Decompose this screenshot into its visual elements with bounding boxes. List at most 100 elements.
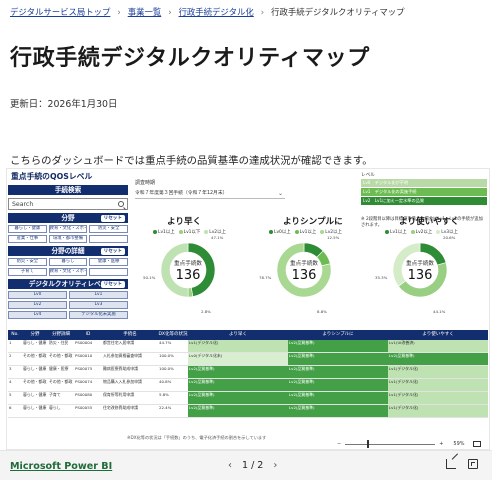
detail-chip[interactable]: 防災・安全	[8, 258, 47, 266]
table-row[interactable]: 6 暮らし・健康 暮らし PS00055 住宅改修費助成申請 22.4% Lv2(品質基準)…	[8, 405, 488, 418]
quality-chip[interactable]: デジタル化未実施	[69, 311, 128, 319]
detail-chip[interactable]: 子育て	[8, 268, 47, 276]
fit-to-page-icon[interactable]	[472, 441, 481, 447]
table-row[interactable]: 4 その他・都政 その他・都政 PS00074 物品購入入札参加申請 40.8% Lv2(品…	[8, 379, 488, 392]
table-header-cell[interactable]: より使いやすく	[388, 330, 488, 340]
table-cell: Lv1(デジタル化)	[388, 366, 488, 378]
detail-chip[interactable]: 教育・文化・スポーツ	[48, 268, 88, 276]
search-section-header: 手続検索	[8, 185, 128, 195]
donut-legend-item: Lv1以下	[178, 229, 200, 235]
quality-chip[interactable]: Lv3	[69, 301, 128, 309]
table-cell: 40.8%	[159, 379, 172, 384]
table-row[interactable]: 3 暮らし・健康 健康・医療 PS00075 難病医療費助成申請 100.0% Lv2(品質…	[8, 366, 488, 379]
table-cell: 3	[9, 366, 12, 371]
detail-chip[interactable]: 健康・医療	[89, 258, 128, 266]
table-header-cell[interactable]: 手続名	[102, 330, 158, 340]
quality-reset-button[interactable]: リセット	[100, 280, 125, 288]
table-row[interactable]: 5 暮らし・健康 子育て PS00080 保育所等利用申請 5.8% Lv2(品質基準) Lv…	[8, 392, 488, 405]
legend-dot-icon	[204, 229, 209, 234]
table-cell: Lv1(デジタル化)	[388, 379, 488, 391]
procedure-search-input[interactable]: Search	[8, 198, 128, 210]
legend-dot-icon	[294, 229, 299, 234]
table-header-cell[interactable]: No.	[8, 330, 22, 340]
table-header: No. 分野 分野詳細 ID 手続名 DX化等の状況 より早く よりシンプルに より使いやすく	[8, 330, 488, 340]
donut-title: より早く	[167, 217, 202, 227]
survey-label: 調査時期	[135, 180, 156, 186]
table-note: ※DX化等の状況は「手続数」のうち、電子化済手続の割合を示しています	[127, 435, 267, 440]
procedure-table: No. 分野 分野詳細 ID 手続名 DX化等の状況 より早く よりシンプルに より使いやすく …	[8, 330, 488, 418]
table-cell: Lv2(品質基準)	[188, 392, 288, 404]
table-cell: 100.0%	[159, 353, 174, 358]
breadcrumb-link-digitization[interactable]: 行政手続デジタル化	[179, 7, 254, 17]
field-detail-section-header: 分野の詳細 リセット	[8, 246, 128, 256]
table-cell: Lv2(品質基準)	[288, 392, 388, 404]
field-chip[interactable]: 暮らし・健康	[8, 225, 47, 233]
table-cell: 暮らし・健康	[23, 366, 47, 371]
zoom-in-button[interactable]: +	[439, 441, 443, 447]
table-header-cell[interactable]: DX化等の状況	[158, 330, 188, 340]
quality-chips: Lv0 Lv1 Lv2 Lv3 Lv4 デジタル化未実施	[8, 291, 128, 319]
slice-percent-label: 20.6%	[443, 235, 456, 240]
table-header-cell[interactable]: よりシンプルに	[288, 330, 388, 340]
donut-caption: 重点手続数	[174, 261, 202, 267]
detail-chip[interactable]	[89, 268, 128, 276]
quality-chip[interactable]: Lv1	[69, 291, 128, 299]
page-indicator: 1 / 2	[242, 460, 264, 471]
table-cell: Lv2(品質基準)	[288, 353, 388, 365]
table-cell: Lv0(デジタル化未)	[188, 353, 288, 365]
table-cell: Lv1(UI改善済)	[388, 340, 488, 352]
survey-period-dropdown[interactable]: 令和７年度第３回手続（令和７年12月末） ⌄	[135, 189, 285, 199]
table-cell: 暮らし	[49, 405, 61, 410]
table-cell: Lv2(品質基準)	[288, 366, 388, 378]
table-cell: Lv1(デジタル化)	[388, 405, 488, 417]
table-header-cell[interactable]: 分野	[22, 330, 48, 340]
share-icon[interactable]	[446, 459, 456, 469]
field-chip[interactable]: 環境・都市整備	[48, 235, 88, 243]
zoom-percent: 59%	[453, 441, 465, 447]
detail-reset-button[interactable]: リセット	[100, 247, 125, 255]
survey-period-value: 令和７年度第３回手続（令和７年12月末）	[135, 191, 228, 196]
table-header-cell[interactable]: 分野詳細	[48, 330, 74, 340]
powerbi-report[interactable]: 重点手続のQOSレベル 手続検索 Search 分野 リセット 暮らし・健康 教育…	[6, 168, 490, 450]
table-row[interactable]: 1 暮らし・健康 防災・住民 PS00004 都営住宅入居申請 44.7% Lv1(デジタル…	[8, 340, 488, 353]
legend-dot-icon	[410, 229, 415, 234]
donut-legend-item: Lv2以上	[410, 229, 432, 235]
donut-center-label: 重点手続数 136	[274, 259, 334, 283]
zoom-slider[interactable]	[345, 439, 436, 448]
quality-chip[interactable]: Lv2	[8, 301, 67, 309]
field-chip[interactable]: 防災・安全	[89, 225, 128, 233]
page-title: 行政手続デジタルクオリティマップ	[10, 46, 370, 71]
next-page-button[interactable]: ›	[273, 460, 277, 471]
quality-chip[interactable]: Lv0	[8, 291, 67, 299]
field-chips: 暮らし・健康 教育・文化・スポーツ 防災・安全 産業・仕事 環境・都市整備	[8, 225, 128, 243]
donut-caption: 重点手続数	[406, 261, 434, 267]
quality-chip[interactable]: Lv4	[8, 311, 67, 319]
legend-row-lv1: Lv1 デジタル化の実施手続	[361, 188, 487, 196]
field-chip[interactable]: 教育・文化・スポーツ	[48, 225, 88, 233]
legend-dot-icon	[153, 229, 157, 234]
intro-text: こちらのダッシュボードでは重点手続の品質基準の達成状況が確認できます。	[10, 155, 373, 167]
field-chip[interactable]: 産業・仕事	[8, 235, 47, 243]
table-cell: 22.4%	[159, 405, 172, 410]
legend-dot-icon	[320, 229, 325, 234]
zoom-out-button[interactable]: −	[337, 441, 341, 447]
powerbi-footer: Microsoft Power BI ‹ 1 / 2 ›	[0, 450, 492, 480]
fullscreen-icon[interactable]	[468, 459, 478, 469]
zoom-slider-thumb[interactable]	[367, 439, 370, 448]
powerbi-link[interactable]: Microsoft Power BI	[10, 461, 112, 472]
table-header-cell[interactable]: より早く	[188, 330, 288, 340]
table-cell: 2	[9, 353, 12, 358]
field-reset-button[interactable]: リセット	[100, 214, 125, 222]
slice-percent-label: 47.1%	[211, 235, 224, 240]
table-cell: 防災・住民	[49, 340, 69, 345]
prev-page-button[interactable]: ‹	[228, 460, 232, 471]
table-header-cell[interactable]: ID	[74, 330, 102, 340]
table-cell: その他・都政	[23, 353, 47, 358]
breadcrumb-link-digital-services[interactable]: デジタルサービス局トップ	[10, 7, 110, 17]
field-chip[interactable]	[89, 235, 128, 243]
breadcrumb-link-projects[interactable]: 事業一覧	[128, 7, 162, 17]
detail-chip[interactable]: 暮らし	[48, 258, 88, 266]
donut-center-label: 重点手続数 136	[390, 259, 450, 283]
table-row[interactable]: 2 その他・都政 その他・都政 PS00010 入札参加資格審査申請 100.0% Lv0(…	[8, 353, 488, 366]
table-cell: Lv2(品質基準)	[388, 353, 488, 365]
